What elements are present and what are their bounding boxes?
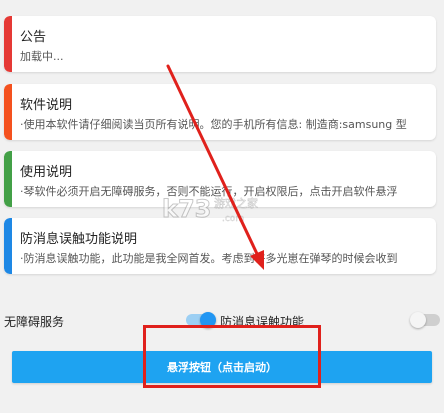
- svg-text:k73: k73: [162, 195, 211, 223]
- accessibility-service-switch[interactable]: [186, 312, 216, 328]
- watermark-logo-icon: k73 游戏之家 .com: [162, 195, 259, 225]
- card-title: 防消息误触功能说明: [20, 232, 138, 247]
- card-color-bar: [4, 151, 12, 207]
- site-watermark: k73 游戏之家 .com: [160, 193, 280, 227]
- floating-button-start[interactable]: 悬浮按钮（点击启动）: [12, 351, 432, 383]
- switch-knob: [200, 312, 216, 328]
- anti-mistouch-switch[interactable]: [410, 312, 440, 328]
- card-description: ·防消息误触功能，此功能是我全网首发。考虑到许多光崽在弹琴的时候会收到: [20, 252, 398, 265]
- accessibility-service-label: 无障碍服务: [4, 315, 65, 329]
- svg-text:游戏之家: 游戏之家: [214, 196, 258, 210]
- anti-mistouch-label: 防消息误触功能: [220, 315, 305, 329]
- card-title: 使用说明: [20, 165, 73, 180]
- card-color-bar: [4, 16, 12, 72]
- card-title: 软件说明: [20, 98, 73, 113]
- card-description: 加载中...: [20, 50, 64, 63]
- app-screen: 公告 加载中... 软件说明 ·使用本软件请仔细阅读当页所有说明。您的手机所有信…: [0, 0, 444, 413]
- card-color-bar: [4, 218, 12, 274]
- toggle-row: 无障碍服务 防消息误触功能: [0, 305, 444, 335]
- svg-text:.com: .com: [222, 214, 244, 224]
- card-description: ·使用本软件请仔细阅读当页所有说明。您的手机所有信息: 制造商:samsung …: [20, 118, 407, 131]
- switch-knob: [410, 312, 426, 328]
- card-color-bar: [4, 84, 12, 140]
- software-info-card[interactable]: 软件说明 ·使用本软件请仔细阅读当页所有说明。您的手机所有信息: 制造商:sam…: [4, 84, 436, 140]
- announcement-card[interactable]: 公告 加载中...: [4, 16, 436, 72]
- card-title: 公告: [20, 30, 47, 45]
